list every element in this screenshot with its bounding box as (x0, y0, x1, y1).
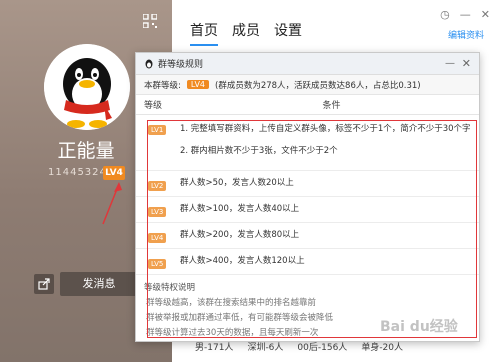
window-controls: ◷ — ✕ (440, 8, 490, 21)
level-tag: LV4 (148, 233, 167, 243)
dialog-minimize-icon[interactable]: — (445, 58, 455, 69)
current-level-badge: LV4 (186, 80, 210, 89)
qq-icon (145, 59, 153, 68)
current-level-info: (群成员数为278人，活跃成员数达86人，占总比0.31) (215, 80, 421, 91)
level-tag: LV3 (148, 207, 167, 217)
condition-text: 1. 完整填写群资料，上传自定义群头像，标签不少于1个，简介不少于30个字 (180, 124, 471, 134)
skin-icon[interactable]: ◷ (440, 8, 450, 21)
table-row: LV4 群人数>200，发言人数80以上 (136, 223, 479, 249)
condition-text: 群人数>50，发言人数20以上 (180, 178, 294, 188)
dialog-titlebar: 群等级规则 (136, 53, 479, 75)
rules-table-header: 等级 条件 (136, 95, 479, 115)
qr-code-icon[interactable] (143, 14, 157, 28)
dialog-title: 群等级规则 (158, 60, 204, 70)
annotation-arrow (102, 182, 122, 225)
close-icon[interactable]: ✕ (481, 8, 490, 21)
condition-text: 群人数>100，发言人数40以上 (180, 204, 300, 214)
level-badge[interactable]: LV4 (103, 166, 125, 180)
avatar[interactable] (44, 44, 130, 130)
rules-table: LV1 1. 完整填写群资料，上传自定义群头像，标签不少于1个，简介不少于30个… (136, 115, 479, 275)
dialog-close-icon[interactable]: ✕ (462, 57, 471, 70)
share-button[interactable] (34, 274, 54, 294)
current-level-label: 本群等级: (144, 80, 181, 91)
group-level-rules-dialog: 群等级规则 — ✕ 本群等级: LV4 (群成员数为278人，活跃成员数达86人… (135, 52, 480, 342)
level-tag: LV5 (148, 259, 167, 269)
level-tag: LV1 (148, 125, 167, 135)
privilege-line: 群等级越高，该群在搜索结果中的排名越靠前 (146, 298, 317, 308)
column-header-condition: 条件 (322, 101, 341, 111)
edit-profile-link[interactable]: 编辑资料 (448, 28, 484, 41)
send-message-button[interactable]: 发消息 (60, 272, 138, 296)
level-tag: LV2 (148, 181, 167, 191)
condition-text: 群人数>200，发言人数80以上 (180, 230, 300, 240)
tab-settings[interactable]: 设置 (274, 20, 302, 46)
tab-home[interactable]: 首页 (190, 20, 218, 46)
qq-penguin-logo (44, 44, 130, 130)
table-row: LV2 群人数>50，发言人数20以上 (136, 171, 479, 197)
share-icon (38, 278, 50, 290)
column-header-level: 等级 (144, 101, 163, 111)
table-row: LV1 1. 完整填写群资料，上传自定义群头像，标签不少于1个，简介不少于30个… (136, 115, 479, 171)
privilege-title: 等级特权说明 (144, 283, 196, 293)
condition-text: 2. 群内相片数不少于3张，文件不少于2个 (180, 146, 338, 157)
watermark: Bai du经验 (380, 319, 458, 335)
current-level-bar: 本群等级: LV4 (群成员数为278人，活跃成员数达86人，占总比0.31) (136, 75, 479, 95)
table-row: LV3 群人数>100，发言人数40以上 (136, 197, 479, 223)
table-row: LV5 群人数>400，发言人数120以上 (136, 249, 479, 275)
group-id: 11445324 (48, 167, 107, 178)
tab-members[interactable]: 成员 (232, 20, 260, 46)
condition-text: 群人数>400，发言人数120以上 (180, 256, 305, 266)
minimize-icon[interactable]: — (460, 8, 471, 21)
main-tabs: 首页 成员 设置 (190, 20, 302, 46)
